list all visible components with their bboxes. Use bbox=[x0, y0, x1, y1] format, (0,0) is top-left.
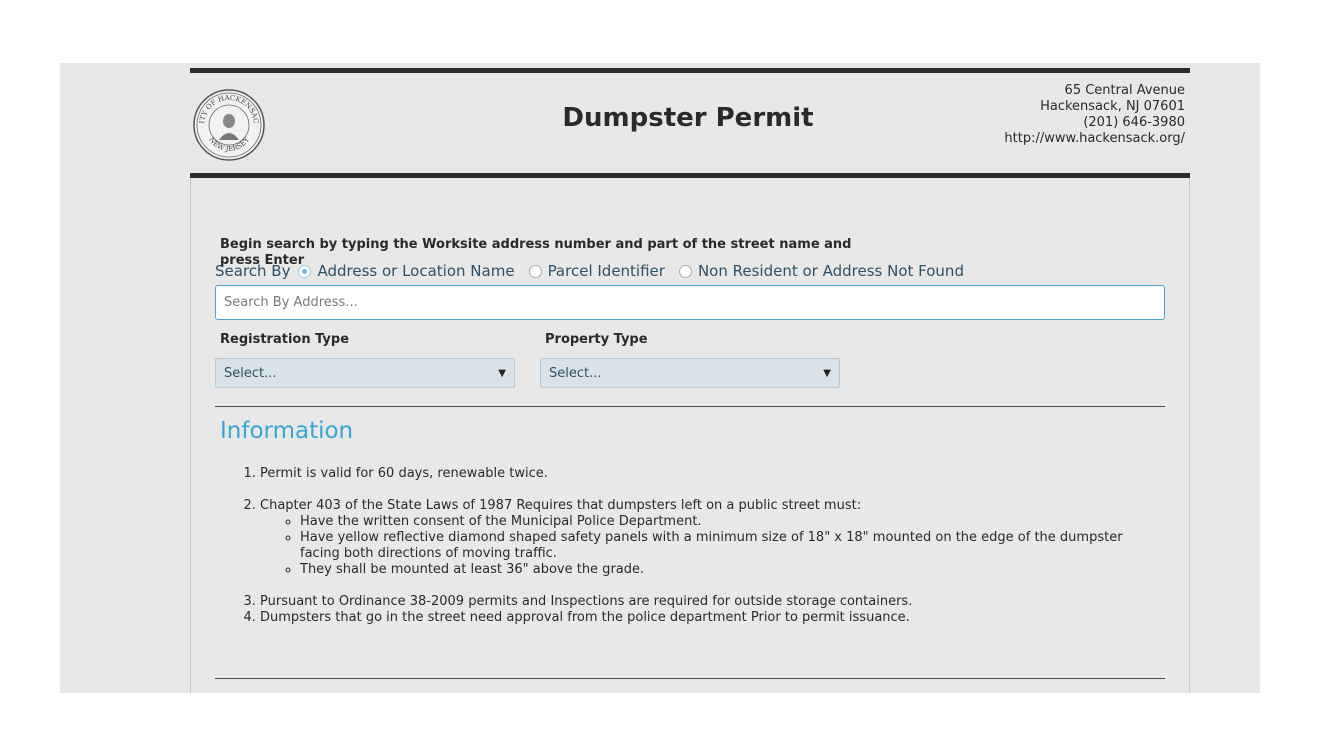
radio-non-resident-label: Non Resident or Address Not Found bbox=[697, 262, 964, 280]
search-by-label: Search By bbox=[215, 262, 291, 280]
search-input[interactable] bbox=[215, 285, 1165, 320]
contact-city: Hackensack, NJ 07601 bbox=[1040, 99, 1185, 114]
info-item: Dumpsters that go in the street need app… bbox=[260, 610, 1140, 626]
info-subitem: Have the written consent of the Municipa… bbox=[300, 514, 1140, 530]
radio-address[interactable] bbox=[298, 264, 312, 278]
contact-street: 65 Central Avenue bbox=[1064, 83, 1185, 98]
info-item: Pursuant to Ordinance 38-2009 permits an… bbox=[260, 594, 1140, 610]
contact-phone: (201) 646-3980 bbox=[1083, 115, 1185, 130]
radio-address-label: Address or Location Name bbox=[317, 262, 515, 280]
property-type-select[interactable]: Select... ▼ bbox=[540, 358, 840, 388]
registration-type-label: Registration Type bbox=[220, 332, 350, 347]
search-by-group: Search By Address or Location Name Parce… bbox=[215, 262, 978, 280]
permit-page: CITY OF HACKENSACK NEW JERSEY Dumpster P… bbox=[190, 68, 1190, 693]
info-subitem: They shall be mounted at least 36" above… bbox=[300, 562, 1140, 578]
info-item-text: Chapter 403 of the State Laws of 1987 Re… bbox=[260, 498, 862, 513]
divider bbox=[215, 406, 1165, 407]
contact-website[interactable]: http://www.hackensack.org/ bbox=[1004, 131, 1185, 147]
information-heading: Information bbox=[220, 418, 354, 444]
radio-non-resident[interactable] bbox=[678, 264, 692, 278]
contact-block: 65 Central Avenue Hackensack, NJ 07601 (… bbox=[1004, 83, 1185, 147]
header: CITY OF HACKENSACK NEW JERSEY Dumpster P… bbox=[190, 73, 1190, 173]
registration-type-value: Select... bbox=[224, 365, 277, 381]
radio-parcel-label: Parcel Identifier bbox=[547, 262, 665, 280]
caret-down-icon: ▼ bbox=[498, 367, 506, 379]
caret-down-icon: ▼ bbox=[823, 367, 831, 379]
radio-address-option[interactable]: Address or Location Name bbox=[298, 262, 515, 280]
info-subitem: Have yellow reflective diamond shaped sa… bbox=[300, 530, 1140, 562]
radio-parcel-option[interactable]: Parcel Identifier bbox=[528, 262, 665, 280]
radio-non-resident-option[interactable]: Non Resident or Address Not Found bbox=[678, 262, 964, 280]
information-list: Permit is valid for 60 days, renewable t… bbox=[220, 466, 1140, 626]
info-item: Chapter 403 of the State Laws of 1987 Re… bbox=[260, 498, 1140, 578]
property-type-value: Select... bbox=[549, 365, 602, 381]
radio-parcel[interactable] bbox=[528, 264, 542, 278]
property-type-label: Property Type bbox=[545, 332, 648, 347]
info-item: Permit is valid for 60 days, renewable t… bbox=[260, 466, 1140, 482]
divider bbox=[215, 678, 1165, 679]
registration-type-select[interactable]: Select... ▼ bbox=[215, 358, 515, 388]
